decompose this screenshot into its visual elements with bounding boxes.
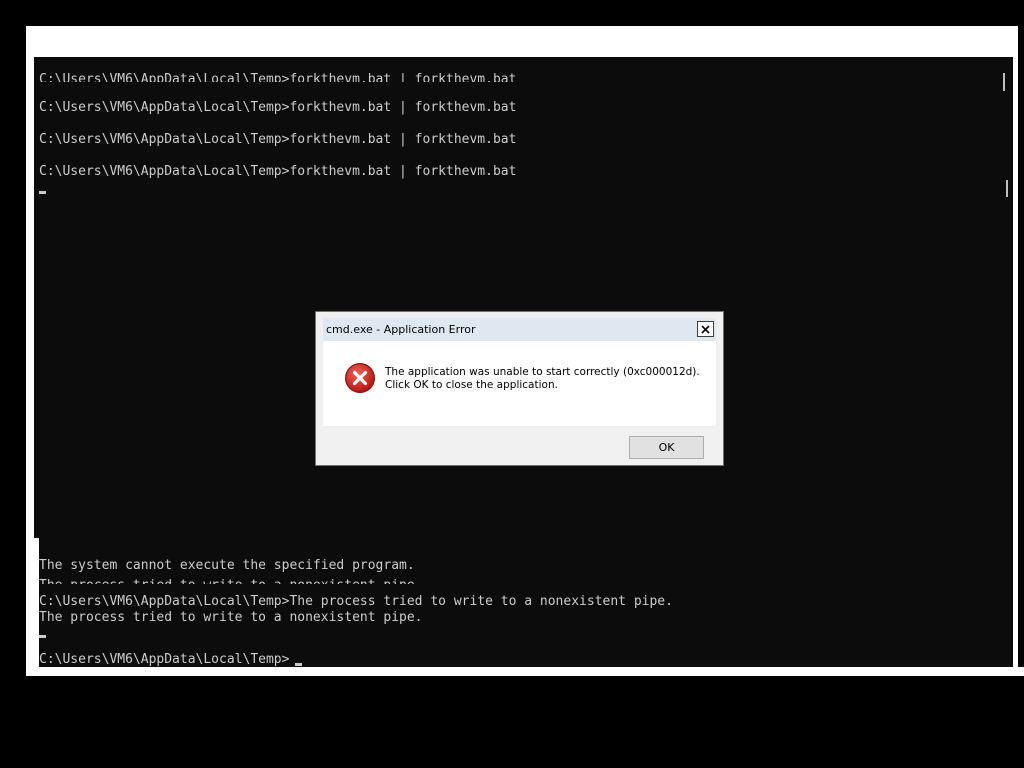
dialog-message: The application was unable to start corr…: [385, 366, 700, 392]
console-line-clipped: The process tried to write to a nonexist…: [39, 578, 423, 584]
dialog-message-line: The application was unable to start corr…: [385, 366, 700, 378]
console-prompt: C:\Users\VM6\AppData\Local\Temp>: [39, 652, 290, 667]
console-line: C:\Users\VM6\AppData\Local\Temp>The proc…: [39, 594, 673, 609]
dialog-title: cmd.exe - Application Error: [326, 323, 476, 336]
dialog-message-line: Click OK to close the application.: [385, 379, 558, 391]
ok-button[interactable]: OK: [629, 436, 704, 459]
console-line: C:\Users\VM6\AppData\Local\Temp>forkthev…: [39, 164, 517, 179]
dialog-title-bar[interactable]: cmd.exe - Application Error: [323, 318, 716, 341]
text-cursor: [39, 191, 46, 194]
dialog-body: The application was unable to start corr…: [323, 341, 716, 426]
frame-edge: [1013, 57, 1018, 667]
close-icon: [701, 324, 710, 334]
prompt-cursor: [295, 663, 302, 666]
console-line-clipped: C:\Users\VM6\AppData\Local\Temp>forkthev…: [39, 72, 517, 82]
frame-edge: [31, 667, 1024, 676]
frame-edge: [31, 538, 39, 674]
dialog-footer: OK: [323, 426, 716, 465]
close-button[interactable]: [697, 321, 714, 337]
error-icon: [345, 363, 375, 393]
scrollbar-thumb[interactable]: [1006, 180, 1008, 197]
scrollbar-mark: [1003, 73, 1005, 91]
text-cursor: [39, 635, 46, 638]
console-line: The system cannot execute the specified …: [39, 558, 415, 573]
scrollbar[interactable]: [1003, 73, 1008, 667]
console-line: C:\Users\VM6\AppData\Local\Temp>forkthev…: [39, 132, 517, 147]
console-line: C:\Users\VM6\AppData\Local\Temp>forkthev…: [39, 100, 517, 115]
console-line: The process tried to write to a nonexist…: [39, 610, 423, 625]
application-error-dialog: cmd.exe - Application Error The applicat…: [315, 311, 724, 466]
